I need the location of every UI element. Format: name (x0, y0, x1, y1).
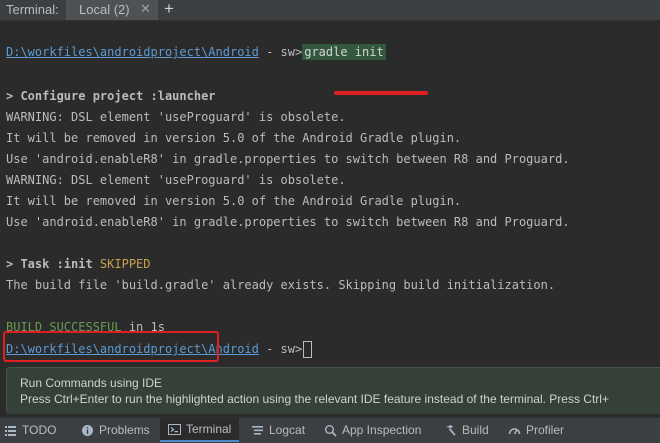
tool-profiler-label: Profiler (526, 423, 565, 437)
tool-todo[interactable]: TODO (4, 418, 56, 442)
tool-profiler[interactable]: Profiler (508, 418, 564, 442)
tool-logcat[interactable]: Logcat (251, 418, 305, 442)
tool-app-inspection[interactable]: App Inspection (324, 418, 421, 442)
prompt-suffix: - sw> (258, 45, 303, 59)
tip-title: Run Commands using IDE (20, 376, 163, 390)
terminal-tool-title: Terminal: (6, 2, 59, 17)
tip-body: Press Ctrl+Enter to run the highlighted … (20, 392, 609, 406)
warning-line-5: It will be removed in version 5.0 of the… (6, 194, 462, 208)
hammer-icon (444, 424, 457, 437)
prompt-line: D:\workfiles\androidproject\Android - sw… (6, 44, 386, 60)
tool-build[interactable]: Build (444, 418, 489, 442)
profiler-icon (508, 424, 521, 437)
task-status-skipped: SKIPPED (99, 257, 151, 271)
tool-terminal[interactable]: Terminal (160, 418, 240, 442)
warning-line-4: WARNING: DSL element 'useProguard' is ob… (6, 173, 346, 187)
terminal-icon (168, 423, 181, 436)
tool-logcat-label: Logcat (269, 423, 306, 437)
prompt-suffix-2: - sw> (258, 342, 303, 356)
tool-build-label: Build (462, 423, 489, 437)
red-box-annotation (3, 331, 219, 362)
logcat-icon (251, 424, 264, 437)
warning-line-2: It will be removed in version 5.0 of the… (6, 131, 462, 145)
tab-label: Local (2) (79, 2, 130, 17)
warning-line-6: Use 'android.enableR8' in gradle.propert… (6, 215, 570, 229)
configure-line: > Configure project :launcher (6, 89, 216, 103)
command-text: gradle init (302, 44, 386, 60)
tool-window-bar: TODO Problems Terminal Logcat App Inspec… (0, 417, 660, 443)
tool-problems-label: Problems (99, 423, 150, 437)
prompt-path-link[interactable]: D:\workfiles\androidproject\Android (6, 45, 259, 59)
warning-line-3: Use 'android.enableR8' in gradle.propert… (6, 152, 570, 166)
task-line: > Task :init SKIPPED (6, 257, 151, 271)
run-commands-tip[interactable]: Run Commands using IDE Press Ctrl+Enter … (6, 367, 660, 414)
tool-app-inspection-label: App Inspection (342, 423, 422, 437)
task-prefix: > Task :init (6, 257, 100, 271)
tool-problems[interactable]: Problems (81, 418, 150, 442)
terminal-tab-bar: Terminal: Local (2) ✕ + (0, 0, 660, 21)
build-file-line: The build file 'build.gradle' already ex… (6, 278, 556, 292)
app-inspection-icon (324, 424, 337, 437)
close-icon[interactable]: ✕ (140, 1, 151, 17)
tab-local-2[interactable]: Local (2) ✕ (66, 0, 158, 20)
info-icon (81, 424, 94, 437)
list-icon (4, 424, 17, 437)
warning-line-1: WARNING: DSL element 'useProguard' is ob… (6, 110, 346, 124)
terminal-console[interactable]: D:\workfiles\androidproject\Android - sw… (0, 21, 660, 365)
red-underline-annotation (334, 91, 428, 95)
tool-terminal-label: Terminal (186, 422, 232, 436)
tool-todo-label: TODO (22, 423, 57, 437)
new-tab-plus-icon[interactable]: + (164, 0, 174, 19)
text-cursor (303, 341, 313, 358)
